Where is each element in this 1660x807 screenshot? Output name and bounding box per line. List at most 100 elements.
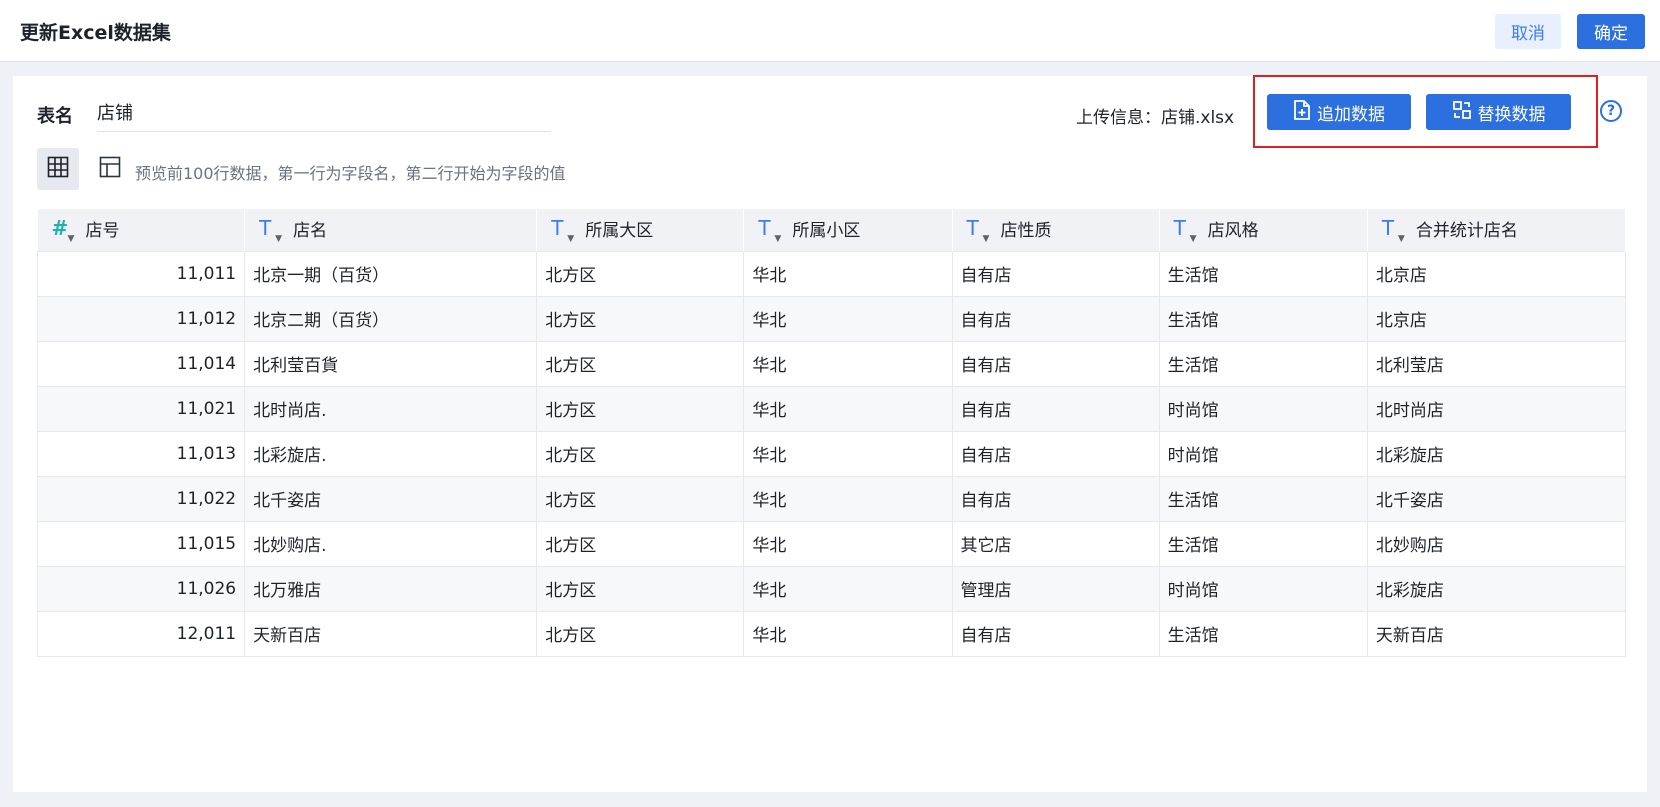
table-cell: 生活馆 [1158, 475, 1368, 522]
table-row: 11,013 北彩旋店. 北方区 华北 自有店 时尚馆 北彩旋店 [36, 430, 1627, 477]
table-name-input[interactable] [97, 92, 551, 132]
table-cell: 北时尚店 [1366, 385, 1627, 432]
table-cell: 11,021 [36, 385, 246, 432]
table-cell: 11,012 [36, 295, 246, 342]
table-cell: 北方区 [536, 565, 745, 612]
table-row: 11,014 北利莹百貨 北方区 华北 自有店 生活馆 北利莹店 [36, 340, 1627, 387]
table-row: 11,026 北万雅店 北方区 华北 管理店 时尚馆 北彩旋店 [36, 565, 1627, 612]
table-cell: 北方区 [536, 385, 745, 432]
column-header: T ▼ 店名 [244, 209, 538, 251]
caret-down-icon[interactable]: ▼ [1398, 234, 1408, 244]
table-cell: 北方区 [536, 250, 745, 297]
table-cell: 11,011 [36, 250, 246, 297]
table-cell: 生活馆 [1158, 295, 1368, 342]
confirm-button[interactable]: 确定 [1577, 14, 1645, 49]
table-row: 11,021 北时尚店. 北方区 华北 自有店 时尚馆 北时尚店 [36, 385, 1627, 432]
table-cell: 自有店 [951, 340, 1160, 387]
table-cell: 北彩旋店 [1366, 430, 1627, 477]
file-plus-icon [1293, 99, 1311, 125]
table-row: 11,011 北京一期（百货） 北方区 华北 自有店 生活馆 北京店 [36, 250, 1627, 297]
table-cell: 12,011 [36, 610, 246, 657]
table-layout-icon [99, 156, 121, 182]
table-cell: 11,026 [36, 565, 246, 612]
swap-icon [1452, 100, 1472, 125]
table-cell: 北方区 [536, 520, 745, 567]
table-cell: 北千姿店 [1366, 475, 1627, 522]
table-cell: 北利莹百貨 [244, 340, 538, 387]
content-panel: 表名 上传信息：店铺.xlsx 追加数据 替换数据 ? [13, 75, 1647, 792]
table-cell: 华北 [743, 520, 953, 567]
table-cell: 11,015 [36, 520, 246, 567]
table-cell: 华北 [743, 430, 953, 477]
table-cell: 北方区 [536, 610, 745, 657]
table-cell: 自有店 [951, 610, 1160, 657]
column-header: T ▼ 合并统计店名 [1367, 209, 1627, 251]
question-circle-icon[interactable]: ? [1600, 100, 1622, 122]
table-layout-button[interactable] [95, 154, 125, 184]
table-cell: 北方区 [536, 475, 745, 522]
table-cell: 华北 [743, 565, 953, 612]
table-cell: 北方区 [536, 295, 745, 342]
table-cell: 华北 [743, 295, 953, 342]
table-cell: 时尚馆 [1158, 430, 1368, 477]
column-header: T ▼ 店性质 [952, 209, 1160, 251]
table-cell: 北方区 [536, 340, 745, 387]
table-cell: 华北 [743, 385, 953, 432]
append-data-label: 追加数据 [1317, 104, 1385, 125]
table-name-label: 表名 [37, 106, 73, 127]
table-cell: 北万雅店 [244, 565, 538, 612]
table-cell: 生活馆 [1158, 610, 1368, 657]
top-bar: 更新Excel数据集 取消 确定 [0, 0, 1660, 62]
table-cell: 其它店 [951, 520, 1160, 567]
table-cell: 自有店 [951, 475, 1160, 522]
data-preview-table: #▼ 店号 T ▼ 店名 T ▼ 所属大区 T ▼ 所属小区 T ▼ 店性质 T ▼ 店风格 T ▼ 合并… [36, 209, 1627, 657]
column-header: T ▼ 所属小区 [743, 209, 953, 251]
table-cell: 北京二期（百货） [244, 295, 538, 342]
table-cell: 北时尚店. [244, 385, 538, 432]
table-row: 12,011 天新百店 北方区 华北 自有店 生活馆 天新百店 [36, 610, 1627, 657]
table-cell: 生活馆 [1158, 340, 1368, 387]
table-cell: 自有店 [951, 430, 1160, 477]
caret-down-icon[interactable]: ▼ [68, 234, 78, 244]
table-cell: 华北 [743, 250, 953, 297]
append-data-button[interactable]: 追加数据 [1267, 94, 1411, 130]
table-cell: 天新百店 [1366, 610, 1627, 657]
table-header-row: #▼ 店号 T ▼ 店名 T ▼ 所属大区 T ▼ 所属小区 T ▼ 店性质 T ▼ 店风格 T ▼ 合并… [37, 209, 1627, 251]
preview-hint: 预览前100行数据，第一行为字段名，第二行开始为字段的值 [135, 164, 566, 183]
table-cell: 北京一期（百货） [244, 250, 538, 297]
table-cell: 自有店 [951, 385, 1160, 432]
table-cell: 北妙购店. [244, 520, 538, 567]
table-cell: 北彩旋店 [1366, 565, 1627, 612]
table-cell: 北京店 [1366, 250, 1627, 297]
table-cell: 北京店 [1366, 295, 1627, 342]
caret-down-icon[interactable]: ▼ [983, 234, 993, 244]
column-header: T ▼ 店风格 [1159, 209, 1368, 251]
table-cell: 北方区 [536, 430, 745, 477]
upload-info: 上传信息：店铺.xlsx [1076, 108, 1235, 128]
table-cell: 北彩旋店. [244, 430, 538, 477]
table-cell: 11,014 [36, 340, 246, 387]
caret-down-icon[interactable]: ▼ [275, 234, 285, 244]
cancel-button[interactable]: 取消 [1495, 14, 1561, 49]
page-title: 更新Excel数据集 [20, 22, 171, 44]
caret-down-icon[interactable]: ▼ [567, 234, 577, 244]
replace-data-button[interactable]: 替换数据 [1426, 94, 1571, 130]
table-cell: 管理店 [951, 565, 1160, 612]
table-cell: 华北 [743, 475, 953, 522]
table-cell: 自有店 [951, 295, 1160, 342]
table-cell: 天新百店 [244, 610, 538, 657]
caret-down-icon[interactable]: ▼ [1190, 234, 1200, 244]
table-row: 11,022 北千姿店 北方区 华北 自有店 生活馆 北千姿店 [36, 475, 1627, 522]
grid-view-button[interactable] [37, 148, 79, 190]
table-cell: 生活馆 [1158, 250, 1368, 297]
table-cell: 11,022 [36, 475, 246, 522]
table-cell: 华北 [743, 610, 953, 657]
caret-down-icon[interactable]: ▼ [774, 234, 784, 244]
table-cell: 生活馆 [1158, 520, 1368, 567]
column-header: T ▼ 所属大区 [536, 209, 745, 251]
table-cell: 北妙购店 [1366, 520, 1627, 567]
grid-view-icon [47, 156, 69, 182]
table-row: 11,012 北京二期（百货） 北方区 华北 自有店 生活馆 北京店 [36, 295, 1627, 342]
table-cell: 北利莹店 [1366, 340, 1627, 387]
table-row: 11,015 北妙购店. 北方区 华北 其它店 生活馆 北妙购店 [36, 520, 1627, 567]
